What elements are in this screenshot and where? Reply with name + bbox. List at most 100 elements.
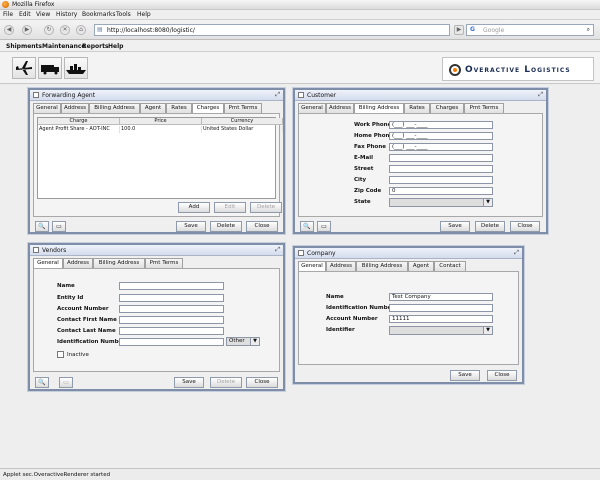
close-button[interactable]: Close bbox=[510, 221, 540, 232]
delete-button[interactable]: Delete bbox=[210, 221, 242, 232]
ship-icon[interactable] bbox=[64, 57, 88, 79]
tab-address[interactable]: Address bbox=[63, 258, 93, 268]
vendors-title-bar[interactable]: Vendors ⤢ bbox=[30, 245, 283, 256]
tab-general[interactable]: General bbox=[33, 103, 61, 113]
app-menu-shipments[interactable]: Shipments bbox=[6, 43, 42, 50]
back-arrow-icon[interactable]: ◀ bbox=[4, 25, 14, 35]
identification-number-field[interactable] bbox=[119, 338, 224, 346]
tab-rates[interactable]: Rates bbox=[166, 103, 192, 113]
tab-address[interactable]: Address bbox=[326, 103, 354, 113]
stop-icon[interactable]: ✕ bbox=[60, 25, 70, 35]
menu-history[interactable]: History bbox=[56, 11, 77, 18]
save-button[interactable]: Save bbox=[176, 221, 206, 232]
new-document-icon[interactable]: ▭ bbox=[317, 221, 331, 232]
new-document-icon[interactable]: ▭ bbox=[59, 377, 73, 388]
email-field[interactable] bbox=[389, 154, 493, 162]
tab-billing-address[interactable]: Billing Address bbox=[93, 258, 145, 268]
tab-address[interactable]: Address bbox=[61, 103, 89, 113]
city-field[interactable] bbox=[389, 176, 493, 184]
menu-help[interactable]: Help bbox=[137, 11, 151, 18]
edit-charge-button[interactable]: Edit bbox=[214, 202, 246, 213]
truck-icon[interactable] bbox=[38, 57, 62, 79]
save-button[interactable]: Save bbox=[440, 221, 470, 232]
reload-icon[interactable]: ↻ bbox=[44, 25, 54, 35]
close-button[interactable]: Close bbox=[246, 221, 278, 232]
tab-rates[interactable]: Rates bbox=[404, 103, 430, 113]
app-menu-help[interactable]: Help bbox=[108, 43, 123, 50]
search-icon[interactable]: ⌕ bbox=[587, 26, 590, 34]
chevron-down-icon[interactable]: ▼ bbox=[483, 199, 492, 206]
tab-billing-address[interactable]: Billing Address bbox=[356, 261, 408, 271]
save-button[interactable]: Save bbox=[174, 377, 204, 388]
identification-type-select[interactable]: Other ▼ bbox=[226, 337, 260, 346]
maximize-icon[interactable]: ⤢ bbox=[538, 91, 543, 99]
table-cell-price[interactable]: 100.0 bbox=[120, 126, 202, 133]
contact-first-name-field[interactable] bbox=[119, 316, 224, 324]
state-select[interactable]: ▼ bbox=[389, 198, 493, 207]
app-menu-reports[interactable]: Reports bbox=[82, 43, 109, 50]
company-title-bar[interactable]: Company ⤢ bbox=[295, 248, 522, 259]
tab-charges[interactable]: Charges bbox=[430, 103, 464, 113]
search-icon[interactable]: 🔍 bbox=[300, 221, 314, 232]
column-header-price[interactable]: Price bbox=[120, 118, 202, 125]
vendor-general-panel: Name Entity Id Account Number Contact Fi… bbox=[33, 268, 280, 372]
delete-charge-button[interactable]: Delete bbox=[250, 202, 282, 213]
app-menu-maintenance[interactable]: Maintenance bbox=[42, 43, 86, 50]
search-icon[interactable]: 🔍 bbox=[35, 377, 49, 388]
home-icon[interactable]: ⌂ bbox=[76, 25, 86, 35]
tab-pmt-terms[interactable]: Pmt Terms bbox=[224, 103, 262, 113]
tab-agent[interactable]: Agent bbox=[140, 103, 166, 113]
chevron-down-icon[interactable]: ▼ bbox=[250, 338, 259, 345]
tab-billing-address[interactable]: Billing Address bbox=[89, 103, 140, 113]
entity-id-field[interactable] bbox=[119, 294, 224, 302]
column-header-charge[interactable]: Charge bbox=[38, 118, 120, 125]
menu-tools[interactable]: Tools bbox=[116, 11, 131, 18]
window-icon bbox=[298, 92, 304, 98]
contact-last-name-field[interactable] bbox=[119, 327, 224, 335]
inactive-checkbox[interactable] bbox=[57, 351, 64, 358]
name-field[interactable]: Test Company bbox=[389, 293, 493, 301]
column-header-currency[interactable]: Currency bbox=[202, 118, 283, 125]
go-arrow-icon[interactable]: ▶ bbox=[454, 25, 464, 35]
tab-address[interactable]: Address bbox=[326, 261, 356, 271]
airplane-icon[interactable] bbox=[12, 57, 36, 79]
account-number-field[interactable]: 11111 bbox=[389, 315, 493, 323]
zip-code-field[interactable]: 0 bbox=[389, 187, 493, 195]
maximize-icon[interactable]: ⤢ bbox=[275, 246, 280, 254]
tab-agent[interactable]: Agent bbox=[408, 261, 434, 271]
search-input[interactable]: G Google ⌕ bbox=[466, 24, 594, 36]
table-cell-charge[interactable]: Agent Profit Share - AOT-INC bbox=[38, 126, 120, 133]
close-button[interactable]: Close bbox=[246, 377, 278, 388]
street-field[interactable] bbox=[389, 165, 493, 173]
url-bar[interactable]: ▤ http://localhost:8080/logistic/ bbox=[94, 24, 450, 36]
chevron-down-icon[interactable]: ▼ bbox=[483, 327, 492, 334]
new-document-icon[interactable]: ▭ bbox=[52, 221, 66, 232]
work-phone-field[interactable]: (___) ___-____ bbox=[389, 121, 493, 129]
fax-phone-field[interactable]: (___) ___-____ bbox=[389, 143, 493, 151]
menu-bookmarks[interactable]: Bookmarks bbox=[82, 11, 116, 18]
tab-general[interactable]: General bbox=[298, 103, 326, 113]
maximize-icon[interactable]: ⤢ bbox=[275, 91, 280, 99]
menu-edit[interactable]: Edit bbox=[19, 11, 31, 18]
table-cell-currency[interactable]: United States Dollar bbox=[202, 126, 283, 133]
delete-button[interactable]: Delete bbox=[475, 221, 505, 232]
add-charge-button[interactable]: Add bbox=[178, 202, 210, 213]
menu-view[interactable]: View bbox=[36, 11, 50, 18]
tab-contact[interactable]: Contact bbox=[434, 261, 466, 271]
account-number-field[interactable] bbox=[119, 305, 224, 313]
identifier-select[interactable]: ▼ bbox=[389, 326, 493, 335]
tab-pmt-terms[interactable]: Pmt Terms bbox=[145, 258, 183, 268]
save-button[interactable]: Save bbox=[450, 370, 480, 381]
forwarding-agent-title-bar[interactable]: Forwarding Agent ⤢ bbox=[30, 90, 283, 101]
search-icon[interactable]: 🔍 bbox=[35, 221, 49, 232]
menu-file[interactable]: File bbox=[3, 11, 13, 18]
identification-number-field[interactable] bbox=[389, 304, 493, 312]
maximize-icon[interactable]: ⤢ bbox=[514, 249, 519, 257]
tab-pmt-terms[interactable]: Pmt Terms bbox=[464, 103, 504, 113]
customer-title-bar[interactable]: Customer ⤢ bbox=[295, 90, 546, 101]
forward-arrow-icon[interactable]: ▶ bbox=[22, 25, 32, 35]
close-button[interactable]: Close bbox=[487, 370, 517, 381]
delete-button[interactable]: Delete bbox=[210, 377, 242, 388]
home-phone-field[interactable]: (___) ___-____ bbox=[389, 132, 493, 140]
name-field[interactable] bbox=[119, 282, 224, 290]
